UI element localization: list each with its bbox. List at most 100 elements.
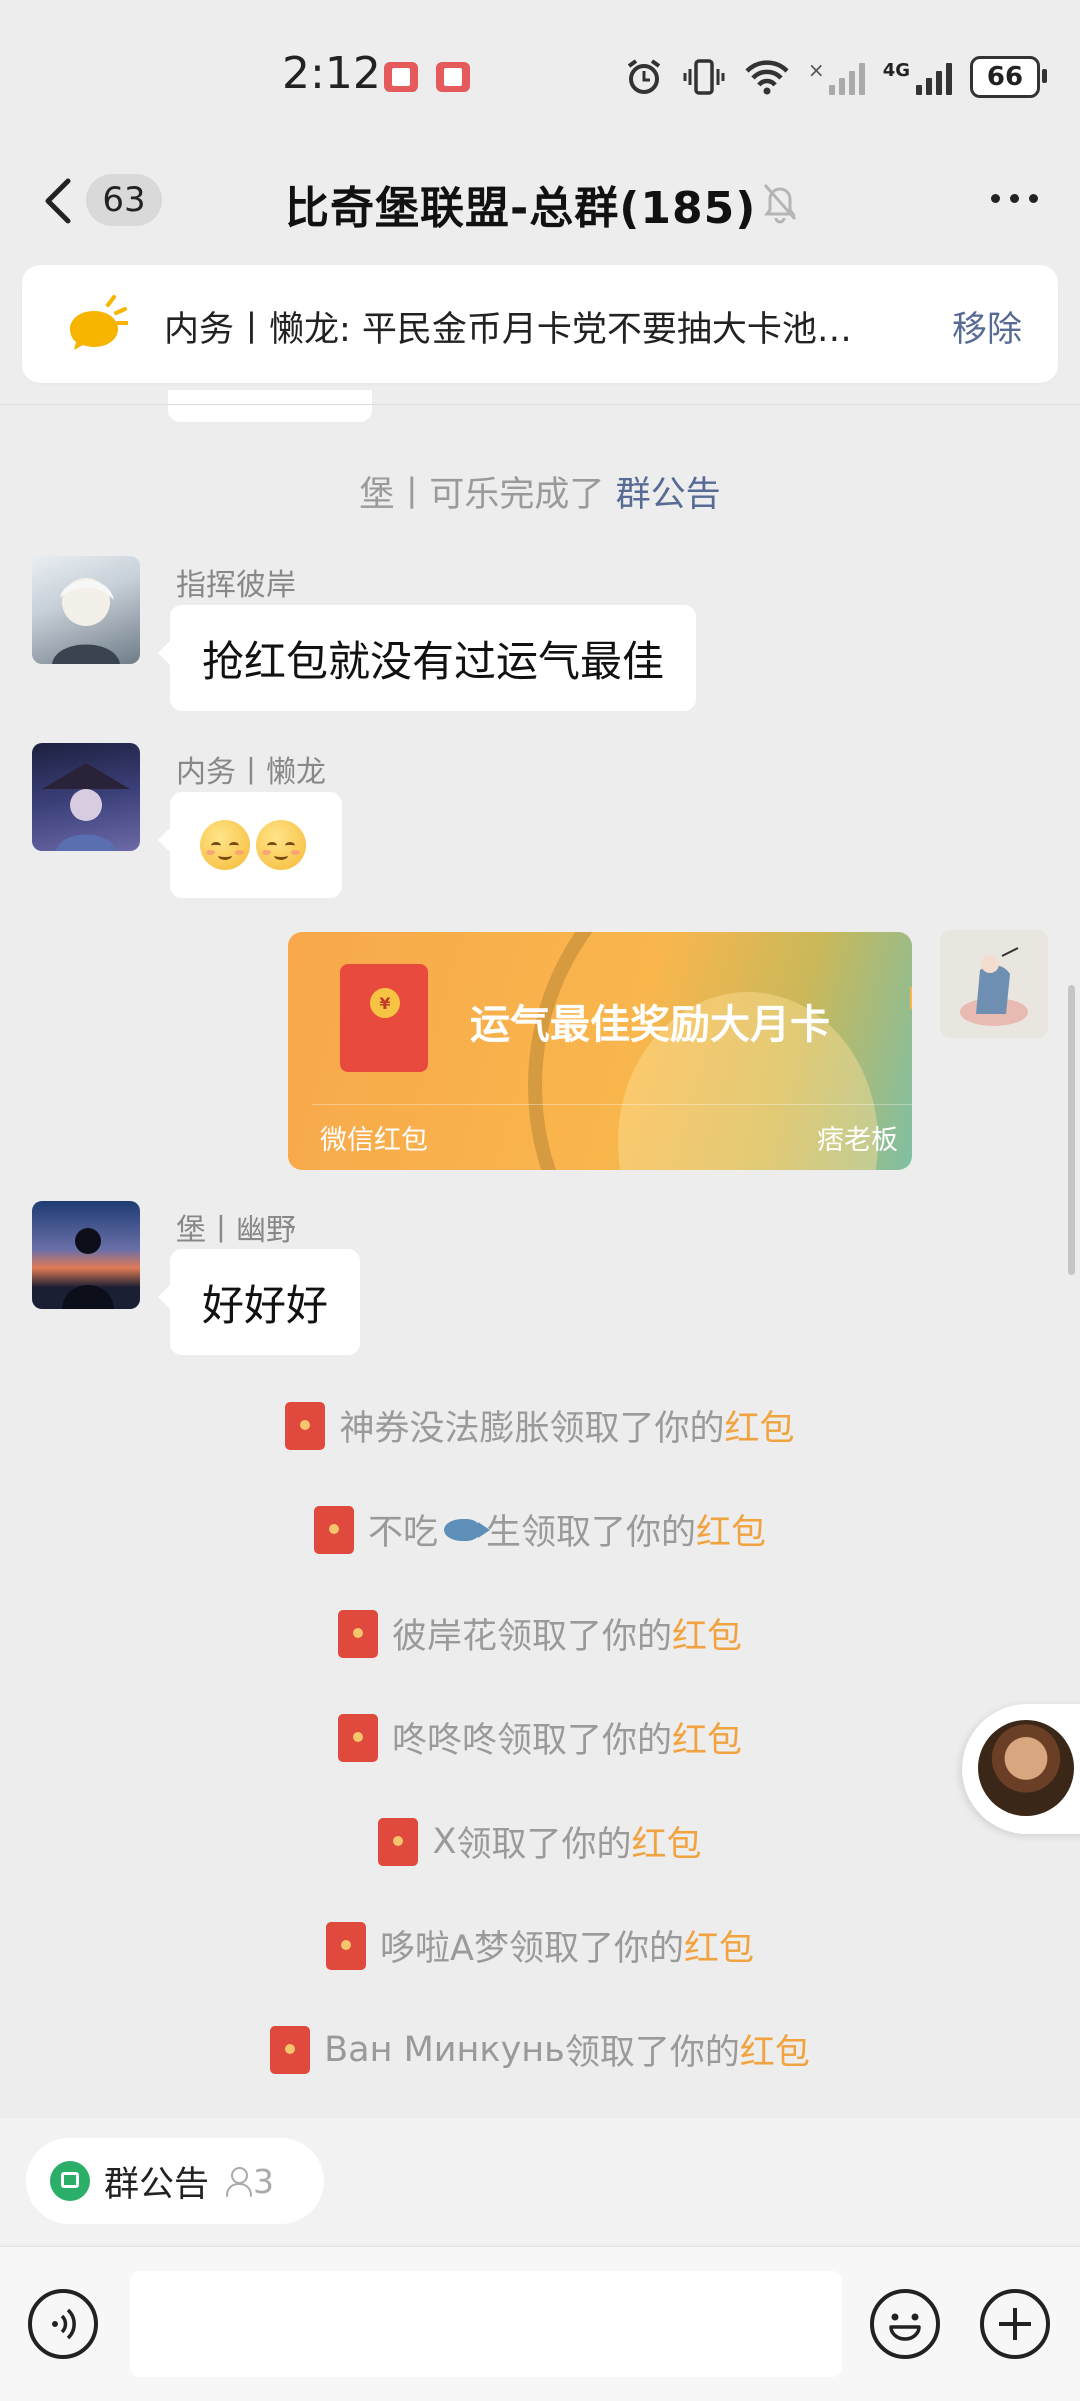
my-avatar[interactable]: [940, 930, 1048, 1038]
fish-emoji-icon: [443, 1518, 490, 1541]
pinned-message-text: 内务丨懒龙: 平民金币月卡党不要抽大卡池…: [164, 310, 852, 350]
group-announcement-link[interactable]: 群公告: [616, 475, 721, 515]
receipt-text: 领取了你的: [521, 1513, 697, 1553]
book-icon: [384, 62, 418, 92]
quick-action-bar: 群公告 3: [0, 2118, 1080, 2244]
message-bubble[interactable]: 抢红包就没有过运气最佳: [157, 605, 697, 711]
status-time: 2:12: [282, 48, 381, 99]
receiver-name: 哆啦A梦: [380, 1929, 509, 1969]
coin-icon: ¥: [370, 988, 400, 1018]
red-packet-link[interactable]: 红包: [696, 1504, 766, 1555]
sender-name: 内务丨懒龙: [176, 755, 326, 790]
red-packet-receipt: 咚咚咚 领取了你的 红包: [0, 1712, 1080, 1763]
red-packet-icon: [285, 1401, 326, 1450]
red-packet-icon: [313, 1505, 354, 1554]
red-packet-receipt: 彼岸花 领取了你的 红包: [0, 1608, 1080, 1659]
sender-name: 堡丨幽野: [176, 1213, 296, 1248]
receiver-name: 彼岸花: [391, 1617, 497, 1657]
voice-icon: [52, 2308, 76, 2340]
avatar[interactable]: [32, 1201, 140, 1309]
smiley-icon: [889, 2313, 921, 2341]
red-packet-link[interactable]: 红包: [684, 1920, 754, 1971]
receiver-name: Ван Минкунь: [324, 2029, 565, 2070]
red-packet-icon: [337, 1713, 378, 1762]
red-packet-link[interactable]: 红包: [631, 1816, 701, 1867]
signal-icon: [916, 59, 952, 95]
message-text: 好好好: [202, 1280, 329, 1330]
red-packet-skin-name: 痞老板: [817, 1125, 898, 1156]
scrollbar[interactable]: [1068, 985, 1075, 1275]
red-packet-receipt: X 领取了你的 红包: [0, 1816, 1080, 1867]
red-packet-receipt: 哆啦A梦 领取了你的 红包: [0, 1920, 1080, 1971]
red-packet-icon: [326, 1921, 366, 1970]
more-dots-icon[interactable]: [991, 194, 1038, 203]
avatar-illustration: [52, 578, 120, 664]
red-packet-receipt: 神券没法膨胀 领取了你的 红包: [0, 1400, 1080, 1451]
voice-input-button[interactable]: [28, 2289, 98, 2359]
avatar-illustration: [960, 947, 1028, 1026]
back-arrow-icon[interactable]: [38, 176, 78, 226]
unread-count-badge[interactable]: 63: [86, 174, 162, 226]
status-icons: × 4G 66: [624, 52, 1047, 102]
red-packet-card[interactable]: ¥ 运气最佳奖励大月卡 微信红包 痞老板: [288, 932, 912, 1170]
input-bar: [0, 2246, 1080, 2401]
red-packet-receipt: 不吃 生领取了你的 红包: [0, 1504, 1080, 1555]
receipt-text: 领取了你的: [496, 1617, 672, 1657]
red-envelope-icon: ¥: [340, 964, 428, 1072]
red-packet-link[interactable]: 红包: [672, 1712, 742, 1763]
floating-game-avatar[interactable]: [962, 1704, 1080, 1834]
smiling-face-emoji: [200, 820, 250, 870]
receiver-name: 神券没法膨胀: [339, 1409, 550, 1449]
red-packet-icon: [270, 2025, 311, 2074]
announcement-bubble-icon: [70, 295, 128, 350]
status-bar: 2:12 × 4G 66: [0, 0, 1080, 150]
remove-pinned-button[interactable]: 移除: [952, 301, 1022, 352]
no-sim-x-icon: ×: [807, 58, 825, 82]
receipt-text: 领取了你的: [549, 1409, 725, 1449]
pinned-message-bar[interactable]: 内务丨懒龙: 平民金币月卡党不要抽大卡池… 移除: [22, 265, 1058, 383]
chat-title[interactable]: 比奇堡联盟-总群(185): [285, 172, 756, 236]
receiver-name-part: 生: [485, 1513, 521, 1553]
more-functions-plus-button[interactable]: [980, 2289, 1050, 2359]
receipt-text: 领取了你的: [456, 1825, 632, 1865]
receipt-text: 领取了你的: [508, 1929, 684, 1969]
red-packet-source: 微信红包: [320, 1125, 428, 1156]
red-packet-icon: [378, 1817, 419, 1866]
wifi-icon: [745, 60, 789, 95]
receiver-name: X: [432, 1821, 457, 1862]
red-packet-link[interactable]: 红包: [725, 1400, 795, 1451]
message-input[interactable]: [130, 2271, 842, 2377]
avatar[interactable]: [32, 556, 140, 664]
avatar-illustration: [62, 1228, 114, 1309]
red-packet-icon: [337, 1609, 378, 1658]
receipt-text: 领取了你的: [564, 2033, 740, 2073]
red-packet-link[interactable]: 红包: [740, 2024, 810, 2075]
signal-no-sim-icon: [828, 59, 865, 95]
sender-name: 指挥彼岸: [176, 568, 296, 603]
game-character-icon: [978, 1720, 1074, 1816]
announcement-read-count: 3: [253, 2161, 275, 2201]
announcement-icon: [50, 2161, 90, 2201]
chat-header: 63 比奇堡联盟-总群(185): [0, 150, 1080, 250]
receiver-name-part: 不吃: [367, 1513, 438, 1553]
smiling-face-emoji: [256, 820, 306, 870]
group-announcement-chip[interactable]: 群公告 3: [26, 2138, 324, 2224]
system-notice-text: 堡丨可乐完成了: [359, 475, 616, 515]
previous-message-bubble: [168, 390, 372, 422]
mute-bell-icon: [763, 184, 797, 224]
red-packet-receipt: Ван Минкунь 领取了你的 红包: [0, 2024, 1080, 2075]
message-bubble[interactable]: 好好好: [157, 1249, 361, 1355]
divider: [312, 1104, 912, 1105]
avatar[interactable]: [32, 743, 140, 851]
divider: [0, 404, 1080, 405]
book-icon: [436, 62, 470, 92]
receiver-name: 咚咚咚: [391, 1721, 497, 1761]
announcement-label: 群公告: [104, 2164, 210, 2205]
battery-icon: 66: [970, 56, 1047, 98]
red-packet-title: 运气最佳奖励大月卡: [470, 1002, 830, 1048]
message-bubble[interactable]: [158, 792, 342, 898]
emoji-button[interactable]: [870, 2289, 940, 2359]
message-text: 抢红包就没有过运气最佳: [202, 636, 665, 686]
alarm-icon: [627, 59, 661, 94]
red-packet-link[interactable]: 红包: [672, 1608, 742, 1659]
